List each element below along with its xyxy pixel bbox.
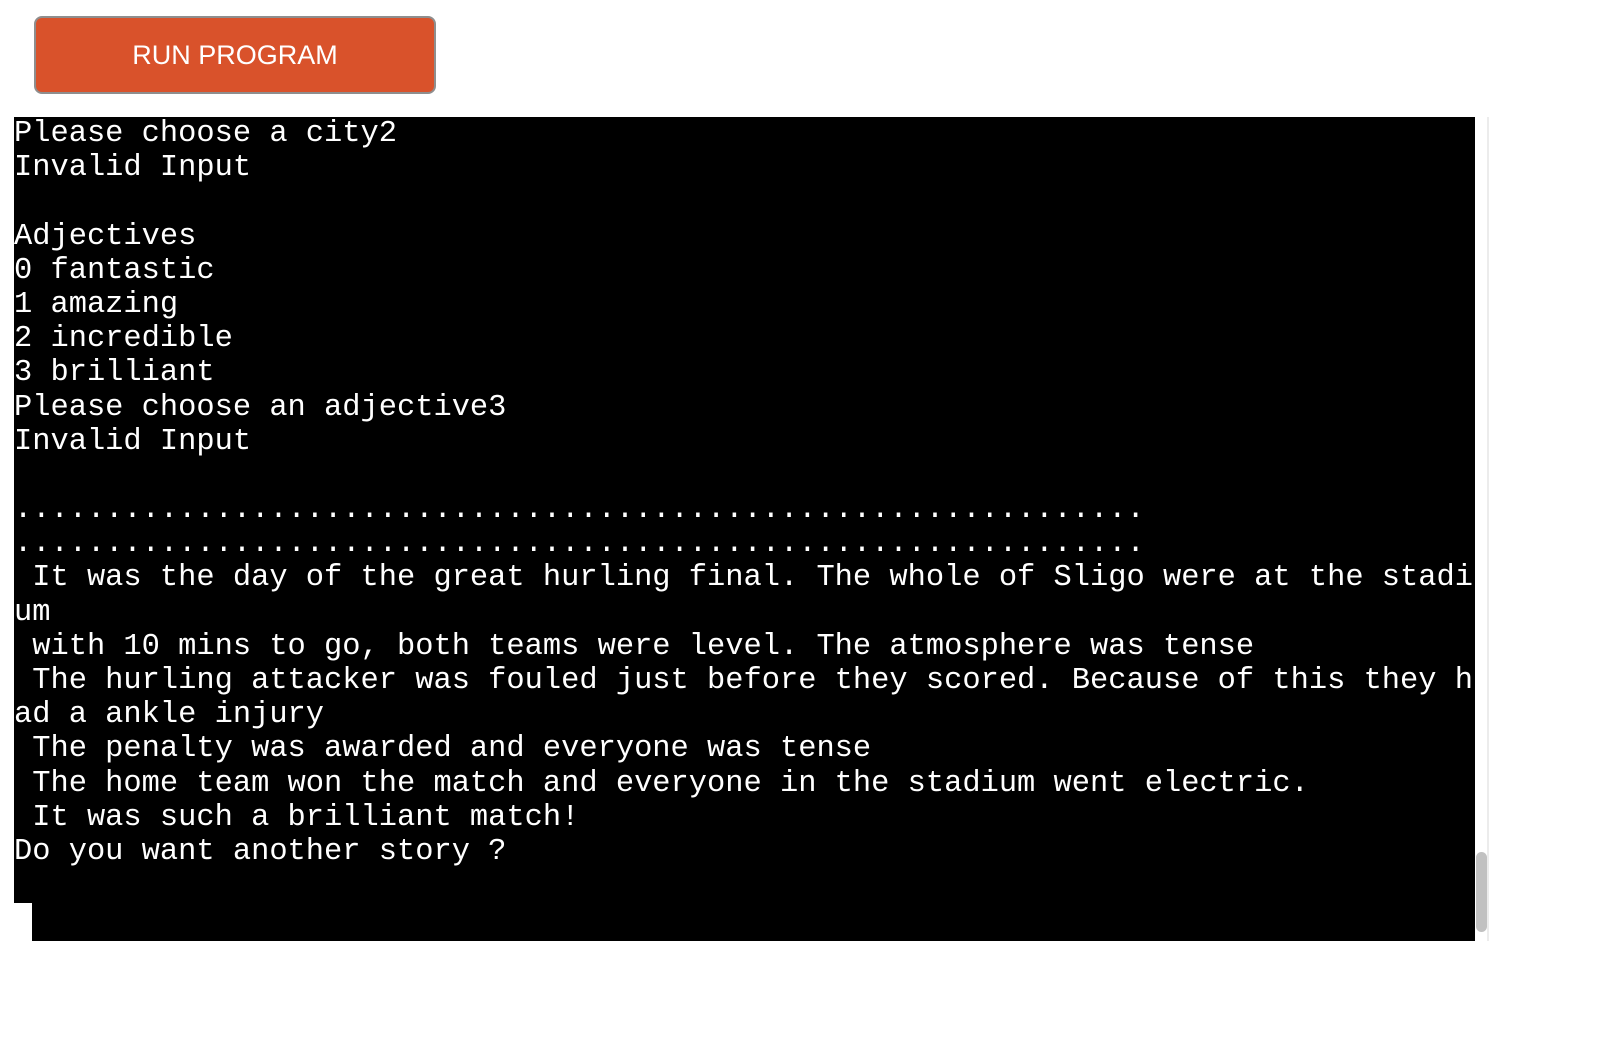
terminal-line: The home team won the match and everyone… <box>14 766 1309 801</box>
terminal-container: Please choose a city2 Invalid Input Adject… <box>14 117 1489 941</box>
terminal-scrollbar[interactable] <box>1475 117 1489 941</box>
terminal-cursor <box>14 903 32 941</box>
terminal-line: The penalty was awarded and everyone was… <box>14 732 872 767</box>
terminal-line: 3 brilliant <box>14 356 215 391</box>
terminal-line: ........................................… <box>14 493 1145 528</box>
terminal-line: It was such a brilliant match! <box>14 800 580 835</box>
terminal-line: 1 amazing <box>14 287 179 322</box>
run-program-button[interactable]: RUN PROGRAM <box>34 16 436 94</box>
terminal-line: with 10 mins to go, both teams were leve… <box>14 629 1255 664</box>
terminal-lines: Please choose a city2 Invalid Input Adject… <box>14 117 1475 869</box>
terminal-output[interactable]: Please choose a city2 Invalid Input Adject… <box>14 117 1475 941</box>
terminal-line: Please choose an adjective3 <box>14 390 507 425</box>
terminal-line: It was the day of the great hurling fina… <box>14 561 1473 596</box>
terminal-line: Please choose a city2 <box>14 117 397 151</box>
terminal-line: The hurling attacker was fouled just bef… <box>14 664 1473 698</box>
terminal-line: ........................................… <box>14 527 1145 562</box>
terminal-line: 2 incredible <box>14 322 233 357</box>
terminal-line: Do you want another story ? <box>14 834 507 869</box>
terminal-line: Invalid Input <box>14 151 252 186</box>
terminal-line: 0 fantastic <box>14 253 215 288</box>
terminal-line: um <box>14 595 51 630</box>
terminal-line: Adjectives <box>14 219 197 254</box>
terminal-line: ad a ankle injury <box>14 698 325 733</box>
terminal-line: Invalid Input <box>14 424 252 459</box>
scrollbar-thumb[interactable] <box>1476 852 1487 932</box>
